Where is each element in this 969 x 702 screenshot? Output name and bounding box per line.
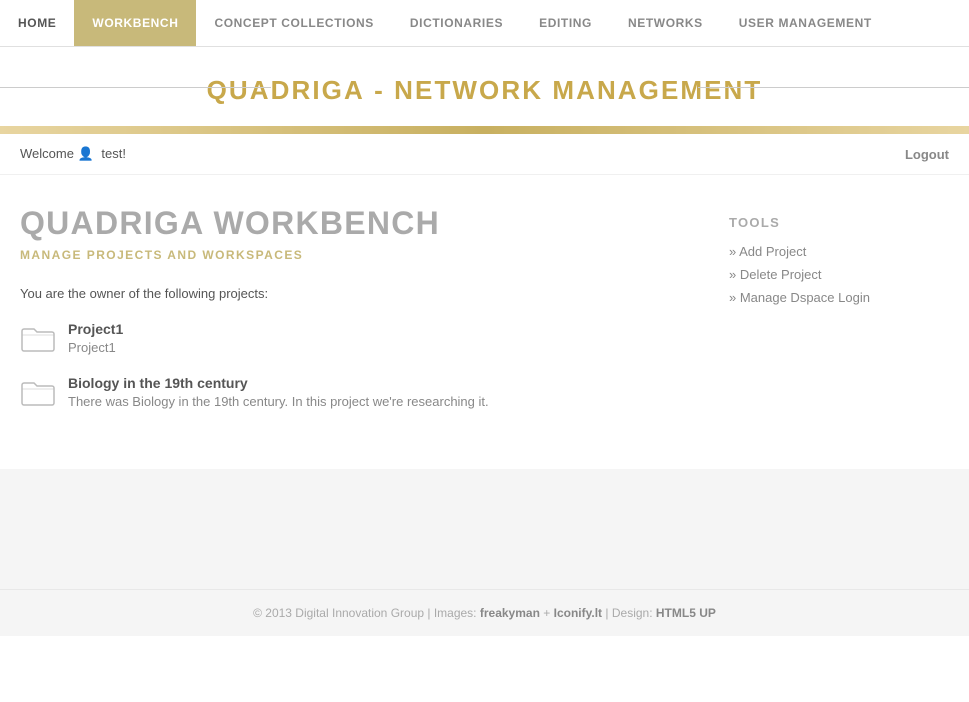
footer-freakyman-link[interactable]: freakyman [480, 606, 540, 620]
footer-pipe: | Design: [605, 606, 652, 620]
main-container: QUADRIGA WORKBENCH MANAGE PROJECTS AND W… [0, 175, 969, 469]
footer-html5up-link[interactable]: HTML5 UP [656, 606, 716, 620]
logout-button[interactable]: Logout [905, 147, 949, 162]
footer: © 2013 Digital Innovation Group | Images… [0, 589, 969, 636]
app-name: QUADRIGA [207, 75, 365, 105]
main-nav: HOME WORKBENCH CONCEPT COLLECTIONS DICTI… [0, 0, 969, 47]
header-subtitle: NETWORK MANAGEMENT [394, 75, 762, 105]
add-project-link[interactable]: Add Project [729, 244, 949, 259]
footer-plus: + [543, 606, 550, 620]
nav-editing[interactable]: EDITING [521, 0, 610, 46]
welcome-label: Welcome [20, 146, 74, 161]
user-icon: 👤 [78, 146, 94, 161]
project-info: Project1 Project1 [68, 321, 123, 355]
header-title: QUADRIGA - NETWORK MANAGEMENT [0, 75, 969, 106]
nav-workbench[interactable]: WORKBENCH [74, 0, 196, 46]
footer-copyright: © 2013 Digital Innovation Group | Images… [253, 606, 476, 620]
content-area: QUADRIGA WORKBENCH MANAGE PROJECTS AND W… [20, 205, 729, 429]
welcome-text: Welcome 👤 test! [20, 146, 126, 162]
welcome-bar: Welcome 👤 test! Logout [0, 134, 969, 175]
nav-user-management[interactable]: USER MANAGEMENT [721, 0, 890, 46]
nav-networks[interactable]: NETWORKS [610, 0, 721, 46]
page-title: QUADRIGA WORKBENCH [20, 205, 689, 242]
project-item[interactable]: Project1 Project1 [20, 321, 689, 355]
footer-iconify-link[interactable]: Iconify.lt [554, 606, 602, 620]
username: test! [101, 146, 126, 161]
gold-divider [0, 126, 969, 134]
project-name: Project1 [68, 321, 123, 337]
footer-spacer [0, 469, 969, 589]
page-subtitle: MANAGE PROJECTS AND WORKSPACES [20, 248, 689, 262]
nav-home[interactable]: HOME [0, 0, 74, 46]
folder-icon [20, 323, 56, 353]
owner-text: You are the owner of the following proje… [20, 286, 689, 301]
manage-dspace-login-link[interactable]: Manage Dspace Login [729, 290, 949, 305]
header-separator: - [374, 75, 394, 105]
nav-dictionaries[interactable]: DICTIONARIES [392, 0, 521, 46]
header-banner: QUADRIGA - NETWORK MANAGEMENT [0, 47, 969, 126]
project-info: Biology in the 19th century There was Bi… [68, 375, 489, 409]
folder-icon [20, 377, 56, 407]
project-description: There was Biology in the 19th century. I… [68, 394, 489, 409]
project-name: Biology in the 19th century [68, 375, 489, 391]
tools-sidebar: TOOLS Add Project Delete Project Manage … [729, 205, 949, 429]
project-description: Project1 [68, 340, 123, 355]
nav-concept-collections[interactable]: CONCEPT COLLECTIONS [196, 0, 391, 46]
delete-project-link[interactable]: Delete Project [729, 267, 949, 282]
project-item[interactable]: Biology in the 19th century There was Bi… [20, 375, 689, 409]
tools-title: TOOLS [729, 215, 949, 230]
